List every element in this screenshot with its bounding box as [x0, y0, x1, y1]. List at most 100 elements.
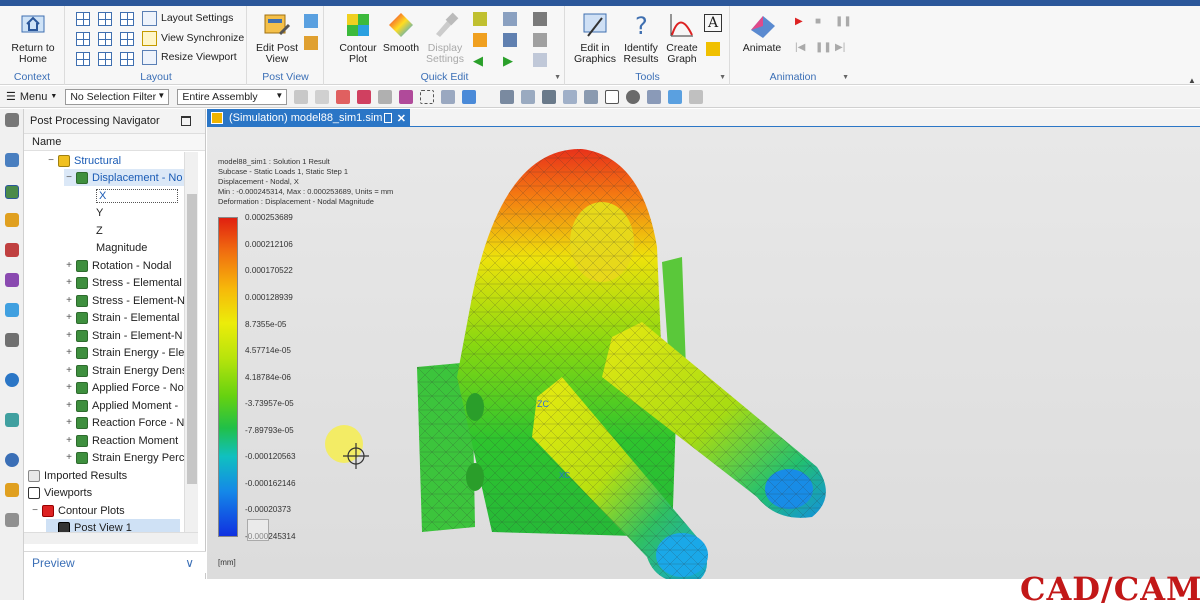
hd3d-tools-icon[interactable]	[5, 333, 19, 347]
collapse-icon[interactable]: −	[64, 172, 74, 183]
close-icon[interactable]: ✕	[397, 112, 406, 125]
layout-settings-button[interactable]: Layout Settings	[142, 9, 233, 27]
layout-nine-icon[interactable]	[98, 52, 112, 66]
rotate-icon[interactable]	[542, 89, 557, 104]
expand-icon[interactable]: +	[64, 382, 74, 393]
view-synchronize-button[interactable]: View Synchronize	[142, 29, 244, 47]
expand-icon[interactable]: +	[64, 417, 74, 428]
quick-edit-more-icon[interactable]: ▼	[554, 74, 561, 81]
tree-item-applied-moment[interactable]: + Applied Moment -	[64, 397, 178, 414]
pause-icon[interactable]: ❚❚	[835, 16, 852, 30]
layout-custom-icon[interactable]	[120, 52, 134, 66]
view-tool-icon-5[interactable]	[647, 89, 662, 104]
layout-horizontal-icon[interactable]	[98, 32, 112, 46]
tree-item-viewports[interactable]: Viewports	[28, 484, 92, 501]
layout-three-icon[interactable]	[76, 52, 90, 66]
navigator-column-header[interactable]: Name	[24, 134, 205, 151]
quick-edit-icon-6[interactable]	[533, 33, 547, 47]
tree-item-rotation[interactable]: + Rotation - Nodal	[64, 257, 172, 274]
expand-icon[interactable]: +	[64, 347, 74, 358]
view-tool-icon-7[interactable]	[689, 89, 704, 104]
select-tool-icon-2[interactable]	[315, 89, 330, 104]
tree-item-imported-results[interactable]: Imported Results	[28, 467, 127, 484]
select-tool-icon-4[interactable]	[357, 89, 372, 104]
quick-edit-icon-2[interactable]	[503, 12, 517, 26]
assembly-navigator-icon[interactable]	[5, 243, 19, 257]
tree-item-strain-elemental[interactable]: + Strain - Elemental	[64, 309, 179, 326]
navigator-horizontal-scrollbar[interactable]	[24, 532, 198, 544]
layout-single-icon[interactable]	[76, 12, 90, 26]
layout-four-icon[interactable]	[120, 12, 134, 26]
quick-edit-icon-3[interactable]	[533, 12, 547, 26]
step-back-icon[interactable]: |◀	[795, 42, 809, 56]
tree-item-strain-energy-density[interactable]: + Strain Energy Dens	[64, 362, 184, 379]
tree-item-strain-energy-elemental[interactable]: + Strain Energy - Eler	[64, 344, 184, 361]
dock-icon[interactable]	[384, 113, 392, 123]
grid-icon[interactable]	[605, 89, 620, 104]
edit-post-view-button[interactable]: Edit Post View	[254, 10, 300, 65]
tree-item-reaction-force[interactable]: + Reaction Force - N	[64, 414, 184, 431]
expand-icon[interactable]: +	[64, 260, 74, 271]
view-tool-icon-2[interactable]	[521, 89, 536, 104]
quick-edit-icon-1[interactable]	[473, 12, 487, 26]
arrow-left-icon[interactable]: ◀	[473, 53, 487, 68]
render-style-icon[interactable]	[626, 89, 641, 104]
collapse-icon[interactable]: −	[30, 505, 40, 516]
roles-icon[interactable]	[5, 483, 19, 497]
resize-viewport-button[interactable]: Resize Viewport	[142, 48, 237, 66]
select-tool-icon-5[interactable]	[378, 89, 393, 104]
quick-edit-icon-4[interactable]	[473, 33, 487, 47]
animate-button[interactable]: Animate	[737, 10, 787, 54]
menu-button[interactable]: ☰ Menu ▼	[6, 90, 57, 104]
system-materials-icon[interactable]	[5, 513, 19, 527]
annotation-icon[interactable]: A	[704, 14, 722, 32]
collapse-icon[interactable]: −	[46, 155, 56, 166]
tree-item-stress-element-nodal[interactable]: + Stress - Element-N	[64, 292, 184, 309]
sim-file-tab[interactable]: (Simulation) model88_sim1.sim ✕	[207, 109, 410, 127]
smooth-button[interactable]: Smooth	[381, 10, 421, 54]
part-navigator-icon[interactable]	[5, 153, 19, 167]
tree-item-y[interactable]: Y	[96, 204, 103, 221]
post-view-small-icon-1[interactable]	[304, 14, 318, 28]
play-icon[interactable]: ▶	[795, 16, 809, 30]
tree-item-strain-energy-percent[interactable]: + Strain Energy Perce	[64, 449, 184, 466]
select-tool-icon-1[interactable]	[294, 89, 309, 104]
tree-item-x[interactable]: X	[96, 187, 182, 204]
reuse-library-icon[interactable]	[5, 303, 19, 317]
expand-icon[interactable]: +	[64, 295, 74, 306]
display-settings-button[interactable]: Display Settings	[423, 10, 467, 65]
graphics-window[interactable]: model88_sim1 : Solution 1 Result Subcase…	[207, 127, 1200, 579]
tree-item-stress-elemental[interactable]: + Stress - Elemental	[64, 274, 182, 291]
quick-edit-icon-5[interactable]	[503, 33, 517, 47]
clock-icon[interactable]	[5, 453, 19, 467]
layout-vertical-icon[interactable]	[76, 32, 90, 46]
constraint-navigator-icon[interactable]	[5, 273, 19, 287]
tree-item-strain-element-nodal[interactable]: + Strain - Element-N	[64, 327, 182, 344]
ribbon-collapse-icon[interactable]: ▲	[1188, 76, 1196, 85]
tree-item-z[interactable]: Z	[96, 222, 103, 239]
view-tool-icon-4[interactable]	[584, 89, 599, 104]
tree-item-structural[interactable]: − Structural	[46, 152, 121, 169]
expand-icon[interactable]: +	[64, 435, 74, 446]
edit-in-graphics-button[interactable]: Edit in Graphics	[572, 10, 618, 65]
selection-filter-dropdown[interactable]: No Selection Filter ▼	[65, 88, 170, 105]
animation-more-icon[interactable]: ▼	[842, 74, 849, 81]
tree-item-magnitude[interactable]: Magnitude	[96, 239, 147, 256]
select-tool-icon-6[interactable]	[399, 89, 414, 104]
pause-small-icon[interactable]: ❚❚	[815, 42, 832, 56]
contour-plot-button[interactable]: Contour Plot	[335, 10, 381, 65]
preview-panel-header[interactable]: Preview ∨	[24, 551, 206, 573]
marker-icon[interactable]	[706, 42, 720, 56]
navigator-vertical-scrollbar[interactable]	[184, 152, 198, 532]
expand-icon[interactable]: +	[64, 277, 74, 288]
history-icon[interactable]	[5, 413, 19, 427]
box-select-icon[interactable]	[420, 89, 435, 104]
post-view-small-icon-2[interactable]	[304, 36, 318, 50]
scrollbar-thumb[interactable]	[187, 194, 197, 484]
gear-icon[interactable]	[5, 113, 19, 127]
tree-item-post-view-1[interactable]: Post View 1	[46, 519, 180, 532]
tools-more-icon[interactable]: ▼	[719, 74, 726, 81]
layout-two-icon[interactable]	[98, 12, 112, 26]
step-forward-icon[interactable]: ▶|	[835, 42, 849, 56]
tree-item-reaction-moment[interactable]: + Reaction Moment	[64, 432, 178, 449]
